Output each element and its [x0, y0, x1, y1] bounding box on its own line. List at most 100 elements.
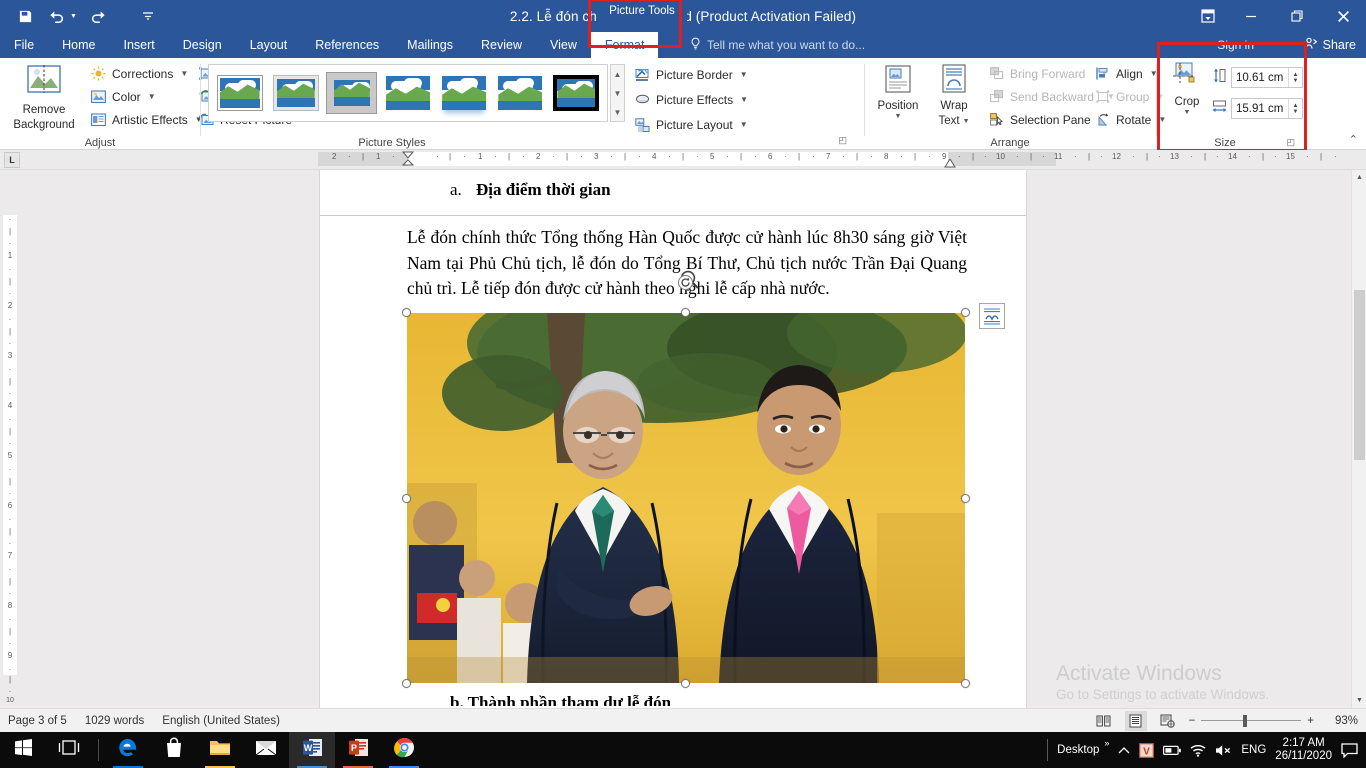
- chevron-down-icon[interactable]: ▼: [963, 118, 970, 126]
- picture-style-thumb[interactable]: [270, 72, 321, 114]
- ribbon-display-options-icon[interactable]: [1188, 0, 1228, 32]
- shape-width-spinner[interactable]: ▲ ▼: [1288, 99, 1302, 118]
- tab-design[interactable]: Design: [169, 32, 236, 58]
- chevron-down-icon[interactable]: ▼: [740, 95, 748, 104]
- resize-handle-top-center[interactable]: [681, 308, 690, 317]
- picture-style-thumb[interactable]: [214, 72, 265, 114]
- vertical-ruler[interactable]: · | · 1 · | · 2 · | · 3 · | · 4 · | · 5 …: [0, 170, 20, 708]
- close-icon[interactable]: [1320, 0, 1366, 32]
- zoom-level[interactable]: 93%: [1324, 715, 1358, 727]
- zoom-out-button[interactable]: −: [1189, 715, 1196, 727]
- selection-pane-button[interactable]: Selection Pane: [988, 111, 1091, 128]
- spinner-down-icon[interactable]: ▼: [1293, 109, 1299, 115]
- picture-content[interactable]: [407, 313, 965, 683]
- minimize-icon[interactable]: [1228, 0, 1274, 32]
- tab-selector[interactable]: L: [4, 152, 20, 168]
- picture-style-thumb[interactable]: [326, 72, 378, 114]
- resize-handle-middle-right[interactable]: [961, 494, 970, 503]
- edge-app[interactable]: [105, 732, 151, 768]
- zoom-knob[interactable]: [1243, 714, 1248, 727]
- powerpoint-app[interactable]: P: [335, 732, 381, 768]
- word-app[interactable]: W: [289, 732, 335, 768]
- picture-border-button[interactable]: Picture Border ▼: [634, 66, 748, 83]
- chevron-down-icon[interactable]: ▼: [148, 92, 156, 101]
- store-app[interactable]: [151, 732, 197, 768]
- picture-style-thumb[interactable]: [439, 72, 490, 114]
- zoom-track[interactable]: [1201, 714, 1302, 727]
- remove-background-button[interactable]: Remove Background: [8, 64, 80, 133]
- chevron-down-icon[interactable]: ▼: [180, 69, 188, 78]
- clock[interactable]: 2:17 AM 26/11/2020: [1275, 737, 1332, 763]
- battery-icon[interactable]: [1163, 745, 1182, 756]
- web-layout-view-button[interactable]: [1157, 711, 1179, 731]
- input-language-indicator[interactable]: ENG: [1241, 744, 1266, 756]
- language-indicator[interactable]: English (United States): [162, 715, 280, 727]
- rotate-handle[interactable]: [678, 275, 693, 290]
- scroll-up-icon[interactable]: ▲: [1352, 170, 1366, 185]
- tab-layout[interactable]: Layout: [236, 32, 302, 58]
- desktop-label[interactable]: Desktop: [1057, 744, 1099, 756]
- tab-view[interactable]: View: [536, 32, 591, 58]
- scroll-down-icon[interactable]: ▼: [1352, 693, 1366, 708]
- size-dialog-launcher[interactable]: ◰: [1286, 137, 1295, 148]
- unikey-tray-icon[interactable]: V: [1139, 742, 1155, 758]
- zoom-slider[interactable]: − +: [1189, 714, 1314, 727]
- volume-mute-icon[interactable]: [1215, 744, 1232, 757]
- task-view-button[interactable]: [46, 732, 92, 768]
- picture-effects-button[interactable]: Picture Effects ▼: [634, 91, 748, 108]
- tab-file[interactable]: File: [0, 32, 49, 58]
- layout-options-button[interactable]: [979, 303, 1005, 329]
- picture-styles-dialog-launcher[interactable]: ◰: [838, 135, 847, 146]
- tray-overflow-chevrons-icon[interactable]: »: [1104, 738, 1109, 748]
- restore-icon[interactable]: [1274, 0, 1320, 32]
- tell-me-search[interactable]: Tell me what you want to do...: [690, 32, 865, 58]
- resize-handle-bottom-right[interactable]: [961, 679, 970, 688]
- spinner-down-icon[interactable]: ▼: [1293, 78, 1299, 84]
- resize-handle-middle-left[interactable]: [402, 494, 411, 503]
- picture-style-thumb[interactable]: [382, 72, 433, 114]
- chevron-down-icon[interactable]: ▼: [740, 70, 748, 79]
- read-mode-view-button[interactable]: [1093, 711, 1115, 731]
- page-indicator[interactable]: Page 3 of 5: [8, 715, 67, 727]
- shape-height-spinner[interactable]: ▲ ▼: [1288, 68, 1302, 87]
- position-button[interactable]: Position ▼: [872, 64, 924, 121]
- shape-height-field[interactable]: ▲▼: [1231, 67, 1303, 88]
- picture-style-thumb[interactable]: [495, 72, 546, 114]
- artistic-effects-button[interactable]: Artistic Effects ▼: [90, 111, 203, 128]
- tab-insert[interactable]: Insert: [110, 32, 169, 58]
- share-button[interactable]: Share: [1305, 32, 1356, 58]
- gallery-scroll-down-icon[interactable]: ▼: [614, 84, 622, 102]
- gallery-scroll-buttons[interactable]: ▲ ▼ ▼: [610, 64, 625, 122]
- show-hidden-icons-button[interactable]: [1118, 746, 1130, 755]
- document-canvas[interactable]: a. Địa điểm thời gian Lễ đón chính thức T…: [20, 170, 1366, 708]
- print-layout-view-button[interactable]: [1124, 710, 1147, 731]
- chrome-app[interactable]: [381, 732, 427, 768]
- gallery-more-icon[interactable]: ▼: [614, 103, 622, 121]
- resize-handle-top-right[interactable]: [961, 308, 970, 317]
- start-button[interactable]: [0, 732, 46, 768]
- sign-in-button[interactable]: Sign in: [1217, 32, 1254, 58]
- corrections-button[interactable]: Corrections ▼: [90, 65, 188, 82]
- tab-mailings[interactable]: Mailings: [393, 32, 467, 58]
- shape-height-input[interactable]: [1232, 68, 1288, 87]
- gallery-scroll-up-icon[interactable]: ▲: [614, 65, 622, 83]
- resize-handle-bottom-left[interactable]: [402, 679, 411, 688]
- zoom-in-button[interactable]: +: [1307, 715, 1314, 727]
- shape-width-input[interactable]: [1232, 99, 1288, 118]
- file-explorer-app[interactable]: [197, 732, 243, 768]
- vertical-scrollbar[interactable]: ▲ ▼: [1351, 170, 1366, 708]
- crop-button[interactable]: Crop ▼: [1164, 62, 1210, 117]
- shape-width-field[interactable]: ▲▼: [1231, 98, 1303, 119]
- resize-handle-bottom-center[interactable]: [681, 679, 690, 688]
- wifi-icon[interactable]: [1190, 744, 1206, 757]
- document-page[interactable]: a. Địa điểm thời gian Lễ đón chính thức T…: [320, 170, 1026, 708]
- picture-layout-button[interactable]: Picture Layout ▼: [634, 116, 748, 133]
- chevron-down-icon[interactable]: ▼: [740, 120, 748, 129]
- picture-style-thumb-selected[interactable]: [551, 72, 602, 114]
- mail-app[interactable]: [243, 732, 289, 768]
- left-indent-marker[interactable]: [401, 151, 415, 169]
- tab-format[interactable]: Format: [590, 32, 659, 58]
- color-button[interactable]: Color ▼: [90, 88, 156, 105]
- tab-home[interactable]: Home: [48, 32, 109, 58]
- picture-styles-gallery[interactable]: [208, 64, 608, 122]
